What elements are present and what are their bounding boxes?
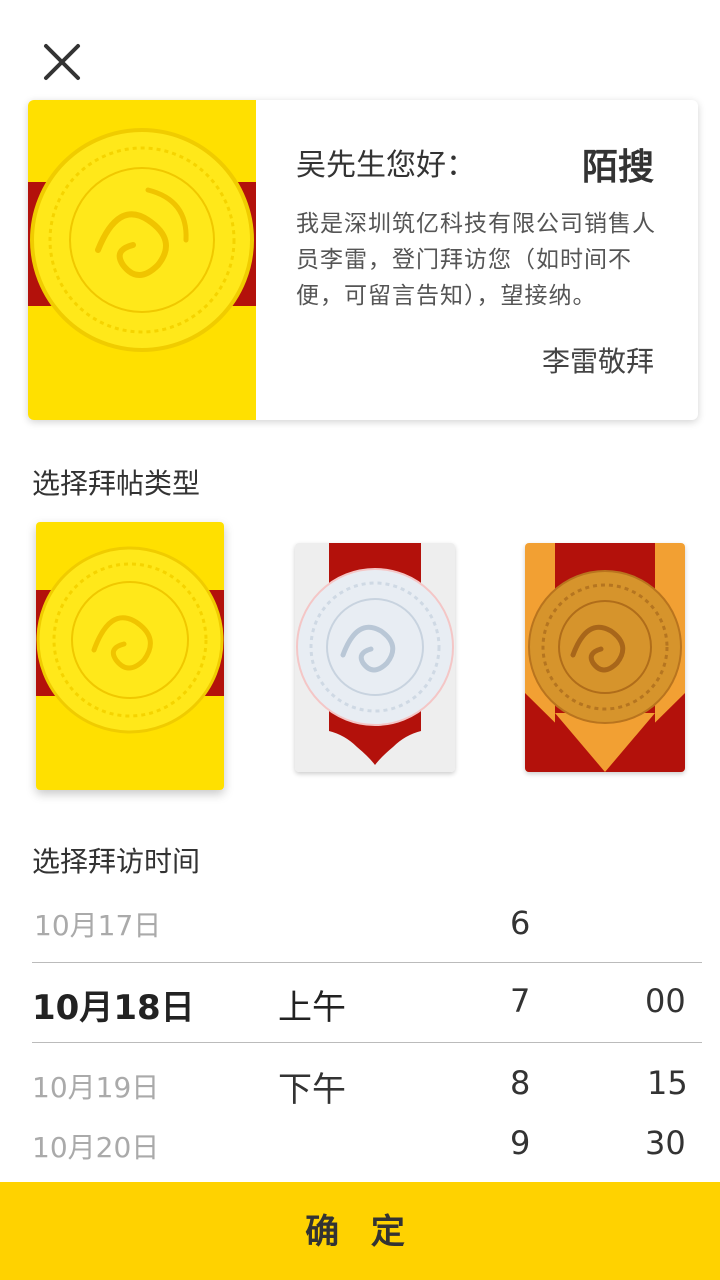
minute-option-selected[interactable]: 00: [645, 982, 686, 1020]
close-icon: [44, 44, 80, 80]
signature-text: 李雷敬拜: [541, 345, 654, 378]
invitation-message: 我是深圳筑亿科技有限公司销售人员李雷，登门拜访您（如时间不便，可留言告知），望接…: [296, 211, 656, 309]
period-option-selected[interactable]: 上午: [278, 980, 346, 1029]
hour-option-selected[interactable]: 7: [510, 982, 530, 1020]
date-option-selected[interactable]: 10月18日: [32, 980, 195, 1029]
period-option[interactable]: 下午: [278, 1062, 346, 1111]
brand-name: 陌搜: [581, 147, 654, 188]
hour-option[interactable]: 9: [510, 1124, 530, 1162]
visit-time-title: 选择拜访时间: [32, 845, 201, 878]
confirm-button[interactable]: 确 定: [0, 1182, 720, 1280]
card-type-yellow-option[interactable]: [36, 522, 224, 790]
card-type-white-option[interactable]: [295, 543, 455, 772]
orange-card-thumbnail: [525, 543, 685, 772]
date-option[interactable]: 10月19日: [32, 1066, 159, 1106]
picker-top-divider: [32, 962, 702, 963]
yellow-card-thumbnail: [36, 522, 224, 790]
visit-card-page: 吴先生您好： 陌搜 我是深圳筑亿科技有限公司销售人员李雷，登门拜访您（如时间不便…: [0, 0, 720, 1280]
date-option[interactable]: 10月20日: [32, 1126, 159, 1166]
hour-option[interactable]: 8: [510, 1064, 530, 1102]
date-option[interactable]: 10月17日: [34, 904, 161, 944]
card-cover-image: [28, 100, 256, 420]
close-button[interactable]: [40, 40, 84, 84]
card-type-title: 选择拜帖类型: [32, 467, 201, 500]
card-type-orange-option[interactable]: [525, 543, 685, 772]
minute-option[interactable]: 15: [647, 1064, 688, 1102]
greeting-text: 吴先生您好：: [296, 148, 476, 183]
time-picker[interactable]: 10月17日 10月18日 10月19日 10月20日 上午 下午 6 7 8 …: [0, 888, 720, 1180]
hour-option[interactable]: 6: [510, 904, 530, 942]
minute-option[interactable]: 30: [645, 1124, 686, 1162]
picker-bottom-divider: [32, 1042, 702, 1043]
white-card-thumbnail: [295, 543, 455, 772]
